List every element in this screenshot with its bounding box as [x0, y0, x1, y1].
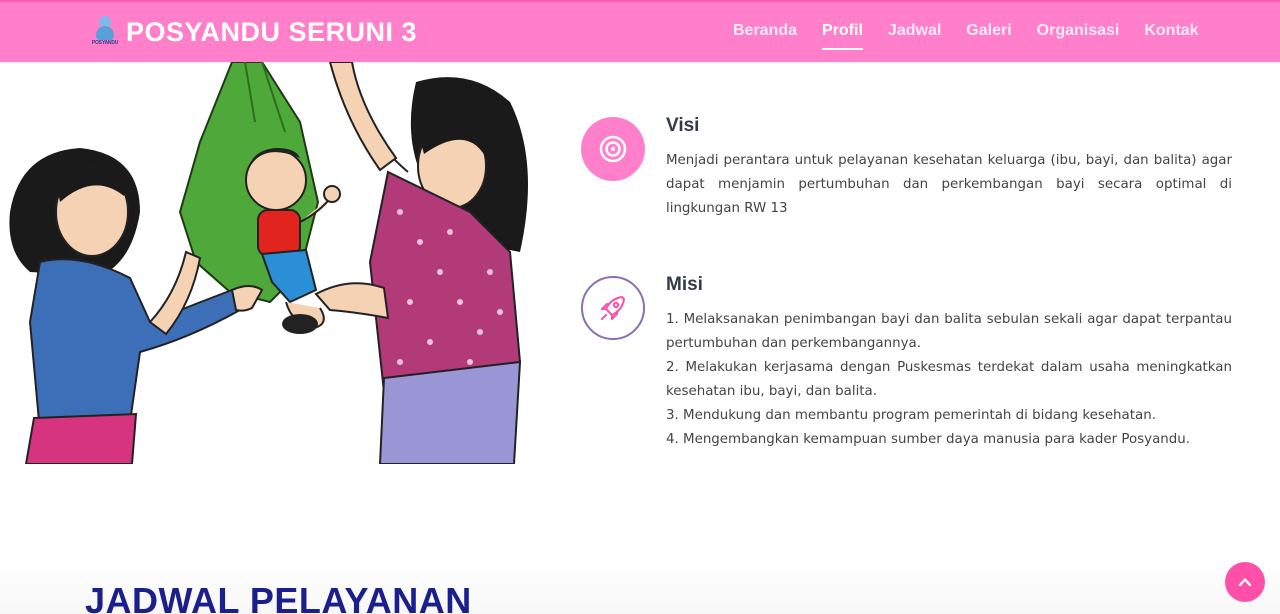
brand[interactable]: POSYANDU POSYANDU SERUNI 3: [90, 15, 417, 49]
nav-galeri[interactable]: Galeri: [966, 22, 1011, 40]
misi-item: 2. Melakukan kerjasama dengan Puskesmas …: [666, 360, 1232, 399]
misi-item: 4. Mengembangkan kemampuan sumber daya m…: [666, 432, 1191, 447]
visi-text: Menjadi perantara untuk pelayanan keseha…: [666, 153, 1232, 216]
misi-title: Misi: [666, 274, 703, 295]
nav-kontak[interactable]: Kontak: [1144, 22, 1198, 40]
rocket-icon: [601, 296, 625, 320]
misi-list: 1. Melaksanakan penimbangan bayi dan bal…: [666, 308, 1232, 452]
site-header: POSYANDU POSYANDU SERUNI 3 Beranda Profi…: [0, 0, 1280, 62]
misi-item: 3. Mendukung dan membantu program pemeri…: [666, 408, 1156, 423]
nav-jadwal[interactable]: Jadwal: [888, 22, 941, 40]
posyandu-illustration: [0, 62, 540, 464]
visi-title: Visi: [666, 115, 700, 136]
misi-item: 1. Melaksanakan penimbangan bayi dan bal…: [666, 312, 1232, 351]
nav-organisasi[interactable]: Organisasi: [1037, 22, 1120, 40]
misi-icon-circle: [581, 276, 645, 340]
jadwal-section-title: JADWAL PELAYANAN: [85, 580, 472, 614]
nav-profil[interactable]: Profil: [822, 22, 863, 50]
brand-title[interactable]: POSYANDU SERUNI 3: [126, 17, 417, 48]
posyandu-logo: POSYANDU: [90, 15, 120, 49]
back-to-top-button[interactable]: [1225, 562, 1265, 602]
nav-beranda[interactable]: Beranda: [733, 22, 797, 40]
chevron-up-icon: [1238, 578, 1252, 587]
visi-icon-circle: [581, 117, 645, 181]
main-nav: Beranda Profil Jadwal Galeri Organisasi …: [733, 22, 1224, 50]
target-icon: [599, 135, 627, 163]
